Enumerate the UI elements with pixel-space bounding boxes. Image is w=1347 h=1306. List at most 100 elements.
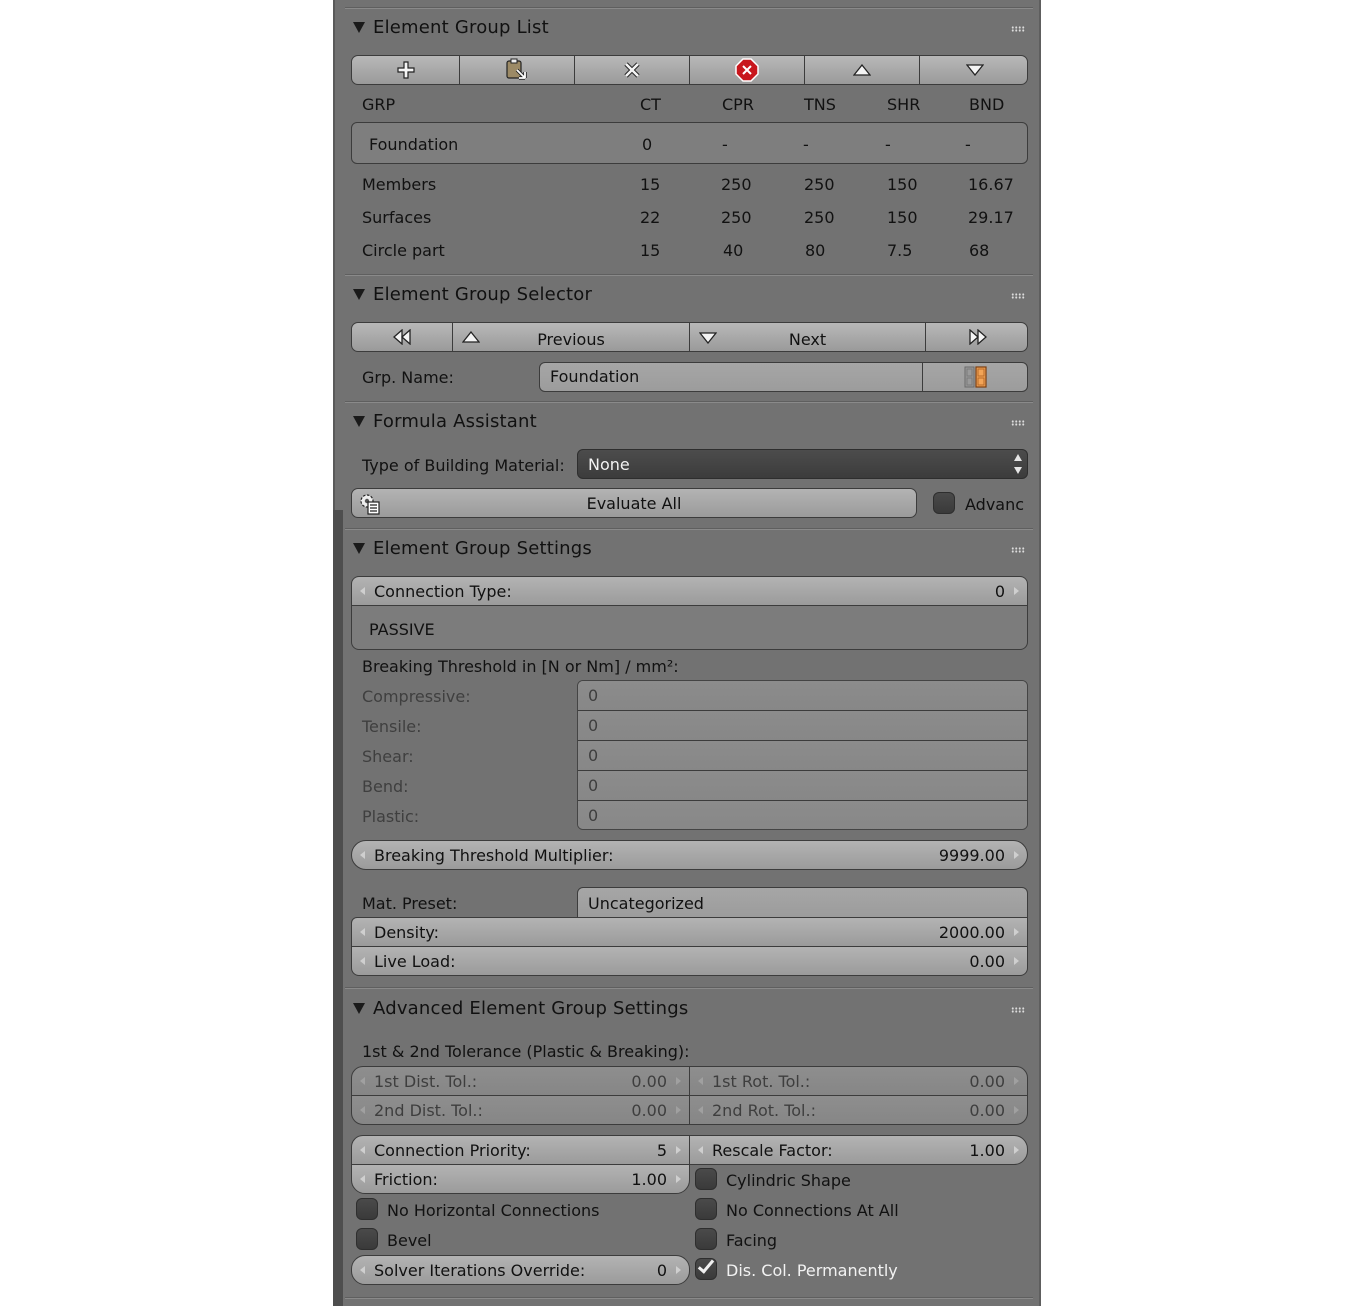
drag-grip-icon[interactable]: [1011, 420, 1025, 426]
no-connections-at-all-checkbox[interactable]: [695, 1198, 717, 1220]
increment-arrow-icon[interactable]: [676, 1266, 681, 1274]
decrement-arrow-icon[interactable]: [360, 928, 365, 936]
first-group-button[interactable]: [352, 323, 453, 351]
cell-shr: -: [885, 135, 891, 154]
breaking-threshold-heading: Breaking Threshold in [N or Nm] / mm²:: [362, 657, 679, 676]
increment-arrow-icon[interactable]: [1014, 957, 1019, 965]
decrement-arrow-icon[interactable]: [360, 1266, 365, 1274]
previous-group-button[interactable]: Previous: [453, 323, 690, 351]
add-group-button[interactable]: [352, 56, 460, 84]
decrement-arrow-icon[interactable]: [360, 587, 365, 595]
advanced-label: Advanc: [965, 495, 1025, 514]
bevel-checkbox[interactable]: [356, 1228, 378, 1250]
breaking-threshold-multiplier-field[interactable]: Breaking Threshold Multiplier: 9999.00: [351, 840, 1028, 870]
dist-tol-1-field[interactable]: 1st Dist. Tol.: 0.00: [351, 1066, 690, 1096]
facing-checkbox[interactable]: [695, 1228, 717, 1250]
decrement-arrow-icon[interactable]: [360, 1077, 365, 1085]
decrement-arrow-icon[interactable]: [360, 851, 365, 859]
remove-group-button[interactable]: [575, 56, 690, 84]
solver-iterations-field[interactable]: Solver Iterations Override: 0: [351, 1255, 690, 1285]
connection-type-field[interactable]: Connection Type: 0: [352, 577, 1027, 606]
no-horizontal-connections-checkbox[interactable]: [356, 1198, 378, 1220]
collapse-triangle-icon[interactable]: [353, 22, 365, 33]
density-value: 2000.00: [938, 923, 1005, 942]
increment-arrow-icon[interactable]: [1014, 587, 1019, 595]
decrement-arrow-icon[interactable]: [698, 1106, 703, 1114]
panel-header-group-selector[interactable]: Element Group Selector: [343, 280, 1039, 310]
rot-tol-2-value: 0.00: [969, 1101, 1005, 1120]
panel-title: Formula Assistant: [373, 411, 537, 432]
remove-all-groups-button[interactable]: [690, 56, 805, 84]
compressive-field[interactable]: 0: [578, 681, 1027, 711]
mat-preset-select[interactable]: Uncategorized: [577, 887, 1028, 918]
increment-arrow-icon[interactable]: [1014, 928, 1019, 936]
next-group-button[interactable]: Next: [690, 323, 926, 351]
last-group-button[interactable]: [926, 323, 1027, 351]
rescale-factor-field[interactable]: Rescale Factor: 1.00: [689, 1135, 1028, 1165]
collapse-triangle-icon[interactable]: [353, 416, 365, 427]
collapse-triangle-icon[interactable]: [353, 1003, 365, 1014]
plastic-field[interactable]: 0: [578, 801, 1027, 829]
decrement-arrow-icon[interactable]: [360, 1175, 365, 1183]
panel-title: Element Group List: [373, 17, 549, 38]
material-type-label: Type of Building Material:: [362, 456, 565, 475]
drag-grip-icon[interactable]: [1011, 26, 1025, 32]
plastic-label: Plastic:: [362, 807, 420, 826]
increment-arrow-icon[interactable]: [676, 1106, 681, 1114]
increment-arrow-icon[interactable]: [676, 1175, 681, 1183]
move-down-button[interactable]: [920, 56, 1027, 84]
increment-arrow-icon[interactable]: [676, 1077, 681, 1085]
friction-field[interactable]: Friction: 1.00: [351, 1164, 690, 1194]
collapse-triangle-icon[interactable]: [353, 543, 365, 554]
drag-grip-icon[interactable]: [1011, 547, 1025, 553]
triangle-up-icon: [462, 331, 480, 343]
move-up-button[interactable]: [805, 56, 920, 84]
bend-field[interactable]: 0: [578, 771, 1027, 801]
panel-separator: [345, 401, 1033, 403]
cell-tns: 250: [804, 208, 835, 227]
paste-group-button[interactable]: [460, 56, 575, 84]
rewind-icon: [393, 329, 411, 345]
shear-field[interactable]: 0: [578, 741, 1027, 771]
dis-col-permanently-checkbox[interactable]: [695, 1256, 717, 1280]
panel-title: Advanced Element Group Settings: [373, 998, 689, 1019]
drag-grip-icon[interactable]: [1011, 293, 1025, 299]
panel-header-group-settings[interactable]: Element Group Settings: [343, 534, 1039, 564]
cylindric-shape-checkbox[interactable]: [695, 1168, 717, 1190]
fast-forward-icon: [968, 329, 987, 345]
decrement-arrow-icon[interactable]: [360, 1146, 365, 1154]
live-load-field[interactable]: Live Load: 0.00: [351, 946, 1028, 976]
rot-tol-1-field[interactable]: 1st Rot. Tol.: 0.00: [689, 1066, 1028, 1096]
increment-arrow-icon[interactable]: [1014, 1077, 1019, 1085]
decrement-arrow-icon[interactable]: [360, 1106, 365, 1114]
advanced-checkbox[interactable]: [933, 492, 955, 514]
density-field[interactable]: Density: 2000.00: [351, 917, 1028, 947]
rot-tol-1-label: 1st Rot. Tol.:: [712, 1072, 811, 1091]
split-toggle-icon: [964, 366, 987, 388]
dist-tol-1-value: 0.00: [631, 1072, 667, 1091]
group-selector-nav: Previous Next: [351, 322, 1028, 352]
panel-separator: [345, 528, 1033, 530]
panel-header-formula-assistant[interactable]: Formula Assistant: [343, 407, 1039, 437]
evaluate-all-button[interactable]: Evaluate All: [351, 488, 917, 518]
dist-tol-2-field[interactable]: 2nd Dist. Tol.: 0.00: [351, 1095, 690, 1125]
rescale-factor-label: Rescale Factor:: [712, 1141, 833, 1160]
tensile-field[interactable]: 0: [578, 711, 1027, 741]
grp-name-input[interactable]: Foundation: [539, 362, 923, 392]
connection-priority-field[interactable]: Connection Priority: 5: [351, 1135, 690, 1165]
increment-arrow-icon[interactable]: [1014, 1146, 1019, 1154]
decrement-arrow-icon[interactable]: [698, 1146, 703, 1154]
panel-header-group-list[interactable]: Element Group List: [343, 13, 1039, 43]
grp-name-toggle-button[interactable]: [922, 362, 1028, 392]
increment-arrow-icon[interactable]: [1014, 1106, 1019, 1114]
collapse-triangle-icon[interactable]: [353, 289, 365, 300]
cylindric-shape-label: Cylindric Shape: [726, 1171, 851, 1190]
decrement-arrow-icon[interactable]: [360, 957, 365, 965]
decrement-arrow-icon[interactable]: [698, 1077, 703, 1085]
increment-arrow-icon[interactable]: [676, 1146, 681, 1154]
drag-grip-icon[interactable]: [1011, 1007, 1025, 1013]
panel-header-advanced-settings[interactable]: Advanced Element Group Settings: [343, 994, 1039, 1024]
rot-tol-2-field[interactable]: 2nd Rot. Tol.: 0.00: [689, 1095, 1028, 1125]
material-type-select[interactable]: None: [577, 449, 1028, 479]
increment-arrow-icon[interactable]: [1014, 851, 1019, 859]
